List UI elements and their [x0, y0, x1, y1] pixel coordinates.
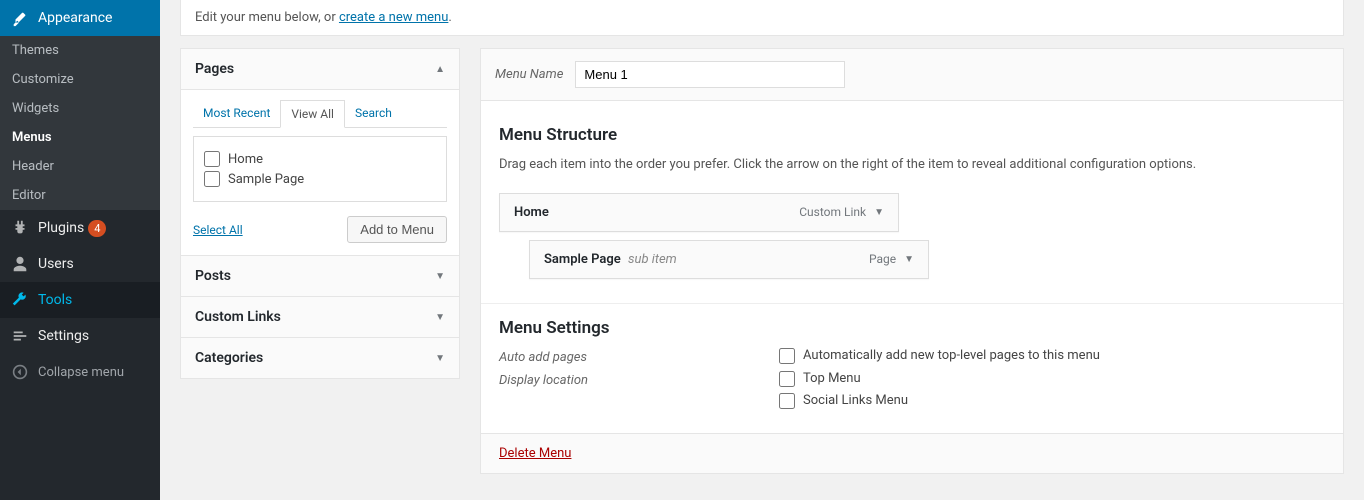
menu-settings-title: Menu Settings — [499, 318, 1325, 338]
auto-add-checkbox[interactable] — [779, 348, 795, 364]
user-icon — [10, 254, 30, 274]
sliders-icon — [10, 326, 30, 346]
add-items-column: Pages ▲ Most Recent View All Search — [180, 48, 460, 379]
menu-item-home-type: Custom Link — [799, 205, 866, 219]
sidebar-collapse[interactable]: Collapse menu — [0, 354, 160, 390]
menu-item-sample-sub: sub item — [628, 252, 677, 267]
edit-hint-bar: Edit your menu below, or create a new me… — [180, 0, 1344, 36]
menu-name-label: Menu Name — [495, 67, 563, 82]
sidebar-collapse-label: Collapse menu — [38, 365, 124, 380]
acc-customlinks-title: Custom Links — [195, 309, 281, 325]
wrench-icon — [10, 290, 30, 310]
auto-add-option: Automatically add new top-level pages to… — [803, 348, 1100, 363]
caret-down-icon: ▼ — [435, 271, 445, 282]
auto-add-label: Auto add pages — [499, 348, 779, 365]
hint-suffix: . — [448, 10, 451, 25]
create-menu-link[interactable]: create a new menu — [339, 10, 448, 25]
plug-icon — [10, 218, 30, 238]
chevron-down-icon[interactable]: ▼ — [904, 254, 914, 265]
collapse-icon — [10, 362, 30, 382]
menu-footer: Delete Menu — [481, 433, 1343, 473]
add-to-menu-button[interactable]: Add to Menu — [347, 216, 447, 243]
chevron-down-icon[interactable]: ▼ — [874, 207, 884, 218]
page-check-row: Sample Page — [204, 171, 436, 187]
select-all-link[interactable]: Select All — [193, 223, 243, 237]
brush-icon — [10, 8, 30, 28]
acc-categories-header[interactable]: Categories ▼ — [180, 337, 460, 379]
menu-structure-title: Menu Structure — [499, 125, 1325, 145]
acc-categories-title: Categories — [195, 350, 263, 366]
menu-item-home-label: Home — [514, 205, 549, 220]
tab-search[interactable]: Search — [345, 100, 402, 127]
admin-sidebar: Appearance Themes Customize Widgets Menu… — [0, 0, 160, 500]
sidebar-sub-editor[interactable]: Editor — [0, 181, 160, 210]
pages-tabs: Most Recent View All Search — [193, 100, 447, 128]
acc-pages-header[interactable]: Pages ▲ — [180, 48, 460, 90]
menu-editor: Menu Name Menu Structure Drag each item … — [480, 48, 1344, 474]
sidebar-sub-header[interactable]: Header — [0, 152, 160, 181]
plugins-count-badge: 4 — [88, 220, 106, 237]
loc-social-label: Social Links Menu — [803, 393, 908, 408]
sidebar-settings[interactable]: Settings — [0, 318, 160, 354]
tab-view-all[interactable]: View All — [280, 100, 345, 128]
menu-item-sample-type: Page — [869, 252, 896, 266]
sidebar-appearance-submenu: Themes Customize Widgets Menus Header Ed… — [0, 36, 160, 210]
hint-prefix: Edit your menu below, or — [195, 10, 339, 25]
sidebar-appearance[interactable]: Appearance — [0, 0, 160, 36]
caret-down-icon: ▼ — [435, 353, 445, 364]
page-home-checkbox[interactable] — [204, 151, 220, 167]
page-sample-checkbox[interactable] — [204, 171, 220, 187]
tab-most-recent[interactable]: Most Recent — [193, 100, 280, 127]
menu-item-home[interactable]: Home Custom Link ▼ — [499, 193, 899, 232]
acc-pages-title: Pages — [195, 61, 234, 77]
menu-name-input[interactable] — [575, 61, 845, 88]
sidebar-plugins[interactable]: Plugins 4 — [0, 210, 160, 246]
page-check-row: Home — [204, 151, 436, 167]
sidebar-appearance-label: Appearance — [38, 10, 112, 26]
acc-posts-title: Posts — [195, 268, 231, 284]
page-home-label: Home — [228, 152, 263, 167]
sidebar-tools[interactable]: Tools — [0, 282, 160, 318]
acc-posts-header[interactable]: Posts ▼ — [180, 255, 460, 297]
sidebar-sub-themes[interactable]: Themes — [0, 36, 160, 65]
loc-top-label: Top Menu — [803, 371, 861, 386]
sidebar-plugins-label: Plugins — [38, 220, 84, 236]
menu-name-row: Menu Name — [481, 49, 1343, 101]
menu-item-sample[interactable]: Sample Page sub item Page ▼ — [529, 240, 929, 279]
caret-down-icon: ▼ — [435, 312, 445, 323]
sidebar-users[interactable]: Users — [0, 246, 160, 282]
delete-menu-link[interactable]: Delete Menu — [499, 446, 571, 461]
menu-item-sample-label: Sample Page — [544, 252, 621, 267]
sidebar-sub-menus[interactable]: Menus — [0, 123, 160, 152]
sidebar-tools-label: Tools — [38, 292, 72, 308]
menu-structure-help: Drag each item into the order you prefer… — [499, 155, 1325, 175]
display-location-label: Display location — [499, 371, 779, 388]
acc-pages-body: Most Recent View All Search Home Sa — [180, 90, 460, 256]
pages-checklist: Home Sample Page — [193, 136, 447, 202]
sidebar-users-label: Users — [38, 256, 74, 272]
acc-customlinks-header[interactable]: Custom Links ▼ — [180, 296, 460, 338]
sidebar-sub-widgets[interactable]: Widgets — [0, 94, 160, 123]
sidebar-sub-customize[interactable]: Customize — [0, 65, 160, 94]
page-sample-label: Sample Page — [228, 172, 304, 187]
main-content: Edit your menu below, or create a new me… — [160, 0, 1364, 500]
loc-social-checkbox[interactable] — [779, 393, 795, 409]
sidebar-settings-label: Settings — [38, 328, 89, 344]
caret-up-icon: ▲ — [435, 64, 445, 75]
loc-top-checkbox[interactable] — [779, 371, 795, 387]
